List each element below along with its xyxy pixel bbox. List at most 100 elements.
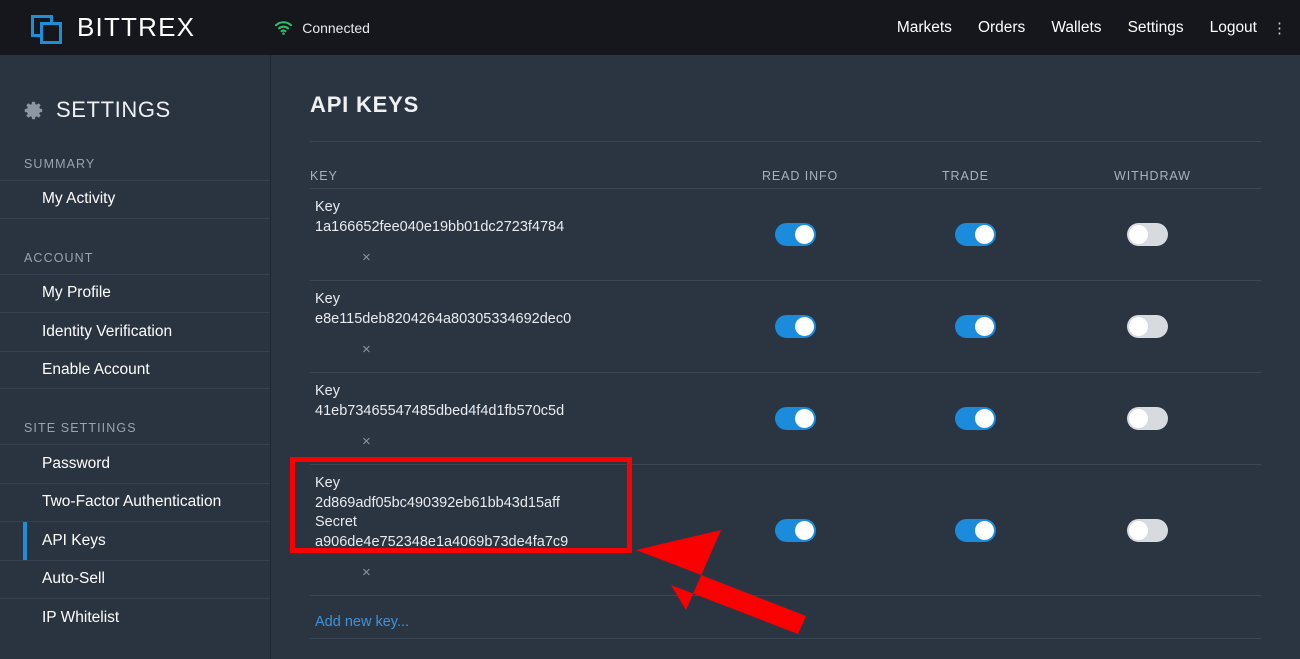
close-icon[interactable]: × <box>362 250 371 265</box>
sidebar-item-enable-account[interactable]: Enable Account <box>0 350 270 389</box>
sidebar-item-label: Two-Factor Authentication <box>42 493 222 511</box>
nav-link-markets[interactable]: Markets <box>884 19 965 37</box>
nav-link-orders[interactable]: Orders <box>965 19 1038 37</box>
key-label: Key <box>315 199 340 215</box>
trade-cell <box>916 373 1082 464</box>
table-row: Key e8e115deb8204264a80305334692dec0 × <box>310 281 1261 372</box>
withdraw-cell <box>1082 373 1252 464</box>
brand-logo[interactable]: BITTREX <box>31 11 195 45</box>
secret-value: a906de4e752348e1a4069b73de4fa7c9 <box>315 534 569 550</box>
sidebar-item-two-factor-authentication[interactable]: Two-Factor Authentication <box>0 482 270 522</box>
page-title: API KEYS <box>310 92 420 117</box>
sidebar-item-password[interactable]: Password <box>0 444 270 483</box>
top-navigation-bar: BITTREX Connected Markets Orders Wallets… <box>0 0 1300 55</box>
app-root: BITTREX Connected Markets Orders Wallets… <box>0 0 1300 659</box>
delete-key-cell: × <box>315 552 750 595</box>
read-info-cell <box>750 465 916 595</box>
brand-name: BITTREX <box>77 12 196 42</box>
main-content: API KEYS KEY READ INFO TRADE WITHDRAW Ke… <box>271 55 1300 659</box>
sidebar-item-label: Auto-Sell <box>42 570 105 588</box>
delete-key-cell: × <box>315 329 750 372</box>
read-info-toggle[interactable] <box>775 518 816 542</box>
read-info-cell <box>750 373 916 464</box>
connection-status: Connected <box>274 20 370 36</box>
sidebar-group-label-account: ACCOUNT <box>24 250 94 265</box>
trade-toggle[interactable] <box>955 407 996 430</box>
trade-cell <box>916 281 1082 372</box>
key-value: 41eb73465547485dbed4f4d1fb570c5d <box>315 403 565 419</box>
connection-status-label: Connected <box>302 19 370 36</box>
key-value: 2d869adf05bc490392eb61bb43d15aff <box>315 495 560 511</box>
sidebar-item-label: Identity Verification <box>42 322 173 340</box>
bittrex-squares-logo-icon <box>31 11 65 45</box>
key-label: Key <box>315 383 340 399</box>
table-row: Key 41eb73465547485dbed4f4d1fb570c5d × <box>310 373 1261 464</box>
secret-label: Secret <box>315 514 357 530</box>
key-value: 1a166652fee040e19bb01dc2723f4784 <box>315 219 565 235</box>
add-new-key-row: Add new key... <box>310 596 1261 638</box>
sidebar-group-label-site-settings: SITE SETTIINGS <box>24 421 137 435</box>
close-icon[interactable]: × <box>362 342 371 357</box>
sidebar-item-label: API Keys <box>42 531 106 549</box>
settings-sidebar: SETTINGS SUMMARY My Activity ACCOUNT My … <box>0 55 271 659</box>
sidebar-item-label: Enable Account <box>42 360 150 378</box>
sidebar-title: SETTINGS <box>56 97 171 122</box>
key-label: Key <box>315 291 340 307</box>
api-keys-table: KEY READ INFO TRADE WITHDRAW Key 1a16665… <box>310 142 1261 639</box>
sidebar-item-label: IP Whitelist <box>42 608 120 626</box>
key-label: Key <box>315 475 340 491</box>
close-icon[interactable]: × <box>362 565 371 580</box>
trade-toggle[interactable] <box>955 518 996 542</box>
column-header-read-info: READ INFO <box>762 169 839 183</box>
withdraw-toggle[interactable] <box>1127 315 1168 338</box>
gear-icon <box>24 101 43 120</box>
column-header-trade: TRADE <box>942 169 989 183</box>
withdraw-cell <box>1082 281 1252 372</box>
key-cell: Key 2d869adf05bc490392eb61bb43d15aff Sec… <box>310 465 750 595</box>
key-value: e8e115deb8204264a80305334692dec0 <box>315 311 572 327</box>
sidebar-group-label-summary: SUMMARY <box>24 157 96 171</box>
nav-link-settings[interactable]: Settings <box>1115 19 1197 37</box>
key-cell: Key 1a166652fee040e19bb01dc2723f4784 × <box>310 189 750 280</box>
sidebar-item-auto-sell[interactable]: Auto-Sell <box>0 559 270 599</box>
read-info-cell <box>750 281 916 372</box>
trade-cell <box>916 465 1082 595</box>
sidebar-item-identity-verification[interactable]: Identity Verification <box>0 312 270 351</box>
wifi-icon <box>274 20 293 35</box>
sidebar-item-ip-whitelist[interactable]: IP Whitelist <box>0 598 270 637</box>
top-nav-links: Markets Orders Wallets Settings Logout ⋮ <box>884 0 1282 55</box>
delete-key-cell: × <box>315 237 750 280</box>
sidebar-header: SETTINGS <box>0 55 270 123</box>
sidebar-item-label: My Profile <box>42 284 111 302</box>
trade-toggle[interactable] <box>955 223 996 246</box>
sidebar-item-my-activity[interactable]: My Activity <box>0 180 270 219</box>
overflow-menu-icon[interactable]: ⋮ <box>1270 19 1282 37</box>
trade-cell <box>916 189 1082 280</box>
withdraw-toggle[interactable] <box>1127 518 1168 542</box>
sidebar-item-api-keys[interactable]: API Keys <box>0 521 270 560</box>
key-cell: Key 41eb73465547485dbed4f4d1fb570c5d × <box>310 373 750 464</box>
nav-link-wallets[interactable]: Wallets <box>1038 19 1114 37</box>
sidebar-item-label: Password <box>42 454 111 472</box>
delete-key-cell: × <box>315 421 750 464</box>
table-row: Key 1a166652fee040e19bb01dc2723f4784 × <box>310 189 1261 280</box>
add-new-key-link[interactable]: Add new key... <box>315 614 409 630</box>
column-header-withdraw: WITHDRAW <box>1114 169 1191 183</box>
close-icon[interactable]: × <box>362 434 371 449</box>
withdraw-toggle[interactable] <box>1127 223 1168 246</box>
withdraw-cell <box>1082 465 1252 595</box>
key-cell: Key e8e115deb8204264a80305334692dec0 × <box>310 281 750 372</box>
table-header-row: KEY READ INFO TRADE WITHDRAW <box>310 169 1261 188</box>
withdraw-toggle[interactable] <box>1127 407 1168 430</box>
withdraw-cell <box>1082 189 1252 280</box>
read-info-toggle[interactable] <box>775 223 816 246</box>
table-row: Key 2d869adf05bc490392eb61bb43d15aff Sec… <box>310 465 1261 595</box>
read-info-cell <box>750 189 916 280</box>
column-header-key: KEY <box>310 169 338 183</box>
trade-toggle[interactable] <box>955 315 996 338</box>
table-bottom-divider <box>310 638 1261 639</box>
sidebar-item-my-profile[interactable]: My Profile <box>0 273 270 313</box>
nav-link-logout[interactable]: Logout <box>1197 19 1270 37</box>
read-info-toggle[interactable] <box>775 407 816 430</box>
read-info-toggle[interactable] <box>775 315 816 338</box>
